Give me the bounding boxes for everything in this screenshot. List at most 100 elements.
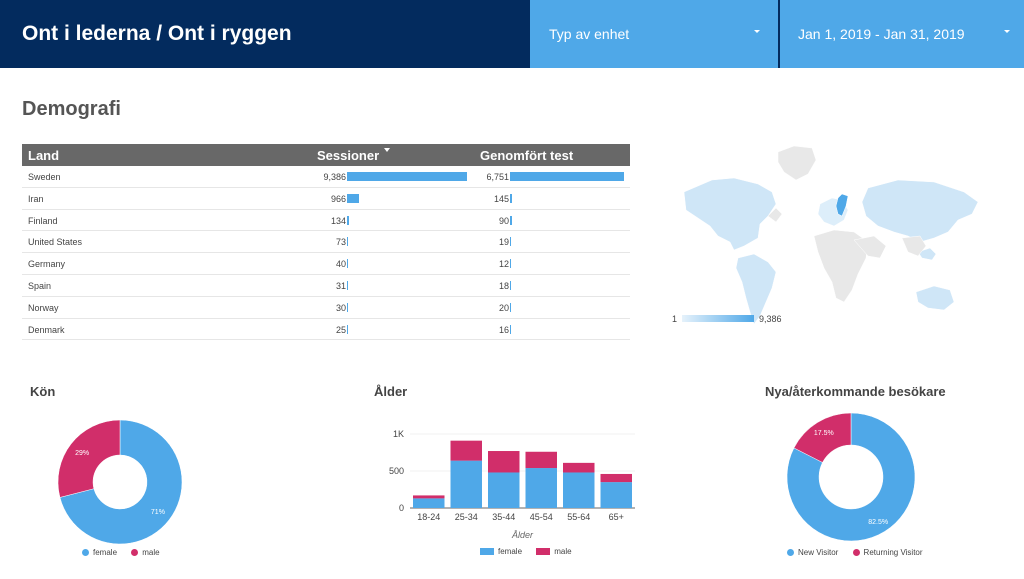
table-body: Sweden 9,386 6,751 Iran 966 145 Finland 134 90 Un… xyxy=(22,166,630,341)
country-cell: Germany xyxy=(28,259,66,270)
gender-donut-chart[interactable]: 71% 29% xyxy=(56,418,184,546)
x-tick-label: 65+ xyxy=(609,512,624,522)
table-header: Land Sessioner Genomfört test xyxy=(22,144,630,166)
bar-female-65+[interactable] xyxy=(600,482,633,508)
completed-test-cell: 12 xyxy=(498,259,509,270)
sessions-cell: 73 xyxy=(335,237,346,248)
bar-female-55-64[interactable] xyxy=(563,472,595,508)
gender-legend: female male xyxy=(82,548,172,557)
sessions-bar xyxy=(347,324,348,334)
slice-label: 17.5% xyxy=(814,430,834,437)
world-map[interactable] xyxy=(672,140,984,330)
table-row[interactable]: Norway 30 20 xyxy=(22,297,630,319)
legend-swatch xyxy=(536,548,551,555)
bar-female-18-24[interactable] xyxy=(413,498,445,508)
bar-female-25-34[interactable] xyxy=(450,460,483,508)
bar-female-35-44[interactable] xyxy=(488,472,520,508)
bar-male-65+[interactable] xyxy=(600,473,633,483)
completed-test-cell: 145 xyxy=(493,193,509,204)
table-row[interactable]: Denmark 25 16 xyxy=(22,319,630,341)
legend-item-female[interactable]: female xyxy=(480,547,522,556)
report-header: Ont i lederna / Ont i ryggen Typ av enhe… xyxy=(0,0,1024,68)
map-legend-min: 1 xyxy=(672,314,678,324)
column-header-country[interactable]: Land xyxy=(28,148,59,163)
sessions-bar xyxy=(347,215,349,225)
date-range-picker[interactable]: Jan 1, 2019 - Jan 31, 2019 xyxy=(780,0,1024,68)
sessions-bar xyxy=(347,172,467,181)
gender-chart-title: Kön xyxy=(30,384,56,399)
sessions-cell: 966 xyxy=(330,193,346,204)
sessions-cell: 9,386 xyxy=(323,172,346,182)
completed-test-bar xyxy=(510,215,512,225)
bar-female-45-54[interactable] xyxy=(525,468,558,508)
x-tick-label: 35-44 xyxy=(492,512,515,522)
bar-male-18-24[interactable] xyxy=(413,495,445,499)
bar-male-45-54[interactable] xyxy=(525,451,558,469)
completed-test-bar xyxy=(510,237,511,247)
legend-item-male[interactable]: male xyxy=(536,547,572,556)
sessions-cell: 30 xyxy=(335,302,346,313)
completed-test-cell: 6,751 xyxy=(486,172,509,182)
slice-label: 82.5% xyxy=(868,519,888,526)
legend-label: New Visitor xyxy=(798,548,839,557)
country-cell: Norway xyxy=(28,302,59,313)
x-tick-label: 18-24 xyxy=(417,512,440,522)
completed-test-bar xyxy=(510,324,511,334)
x-axis-title: Ålder xyxy=(511,530,534,540)
y-tick-label: 1K xyxy=(393,429,404,439)
slice-male[interactable] xyxy=(57,419,121,498)
table-row[interactable]: Germany 40 12 xyxy=(22,253,630,275)
sessions-cell: 40 xyxy=(335,259,346,270)
sessions-bar xyxy=(347,237,348,247)
completed-test-bar xyxy=(510,193,513,203)
sessions-cell: 134 xyxy=(330,215,346,226)
country-cell: United States xyxy=(28,237,83,248)
completed-test-bar xyxy=(510,280,511,290)
date-range-label: Jan 1, 2019 - Jan 31, 2019 xyxy=(798,26,965,42)
legend-item-new-visitor[interactable]: New Visitor xyxy=(787,548,838,557)
visitor-donut-chart[interactable]: 82.5% 17.5% xyxy=(786,412,916,542)
sessions-bar xyxy=(347,193,360,203)
section-title: Demografi xyxy=(22,98,121,120)
chevron-down-icon xyxy=(754,30,760,33)
age-bar-chart[interactable]: 0 500 1K 18-24 25-34 35-44 45-54 55-64 65+ Ålder xyxy=(380,420,640,544)
completed-test-cell: 19 xyxy=(498,237,509,248)
visitor-legend: New Visitor Returning Visitor xyxy=(787,548,935,557)
legend-item-returning-visitor[interactable]: Returning Visitor xyxy=(852,548,923,557)
completed-test-cell: 16 xyxy=(498,324,509,335)
y-tick-label: 0 xyxy=(399,503,404,513)
legend-label: female xyxy=(498,547,523,556)
slice-label: 29% xyxy=(75,450,89,457)
country-cell: Spain xyxy=(28,280,52,291)
completed-test-bar xyxy=(510,302,511,312)
bar-male-35-44[interactable] xyxy=(488,451,520,473)
sessions-bar xyxy=(347,259,348,269)
country-cell: Sweden xyxy=(28,172,61,182)
country-cell: Finland xyxy=(28,215,58,226)
sessions-cell: 31 xyxy=(335,280,346,291)
device-type-filter[interactable]: Typ av enhet xyxy=(530,0,778,68)
table-row[interactable]: Iran 966 145 xyxy=(22,188,630,210)
column-header-sessions[interactable]: Sessioner xyxy=(317,148,379,163)
legend-swatch xyxy=(480,548,494,555)
legend-item-female[interactable]: female xyxy=(82,548,117,557)
completed-test-cell: 18 xyxy=(498,280,509,291)
sort-desc-icon xyxy=(384,148,390,152)
legend-label: male xyxy=(554,547,572,556)
map-legend-max: 9,386 xyxy=(759,314,782,324)
y-tick-label: 500 xyxy=(389,466,404,476)
table-row[interactable]: Sweden 9,386 6,751 xyxy=(22,166,630,188)
table-row[interactable]: United States 73 19 xyxy=(22,231,630,254)
bar-male-55-64[interactable] xyxy=(563,462,595,473)
legend-swatch xyxy=(787,549,794,556)
age-legend: female male xyxy=(480,547,584,556)
completed-test-cell: 90 xyxy=(498,215,509,226)
completed-test-bar xyxy=(510,172,624,181)
bar-male-25-34[interactable] xyxy=(450,440,483,461)
column-header-completed-test[interactable]: Genomfört test xyxy=(480,148,573,163)
chevron-down-icon xyxy=(1004,30,1010,33)
country-cell: Iran xyxy=(28,193,44,204)
legend-item-male[interactable]: male xyxy=(131,548,160,557)
table-row[interactable]: Finland 134 90 xyxy=(22,210,630,232)
table-row[interactable]: Spain 31 18 xyxy=(22,275,630,297)
